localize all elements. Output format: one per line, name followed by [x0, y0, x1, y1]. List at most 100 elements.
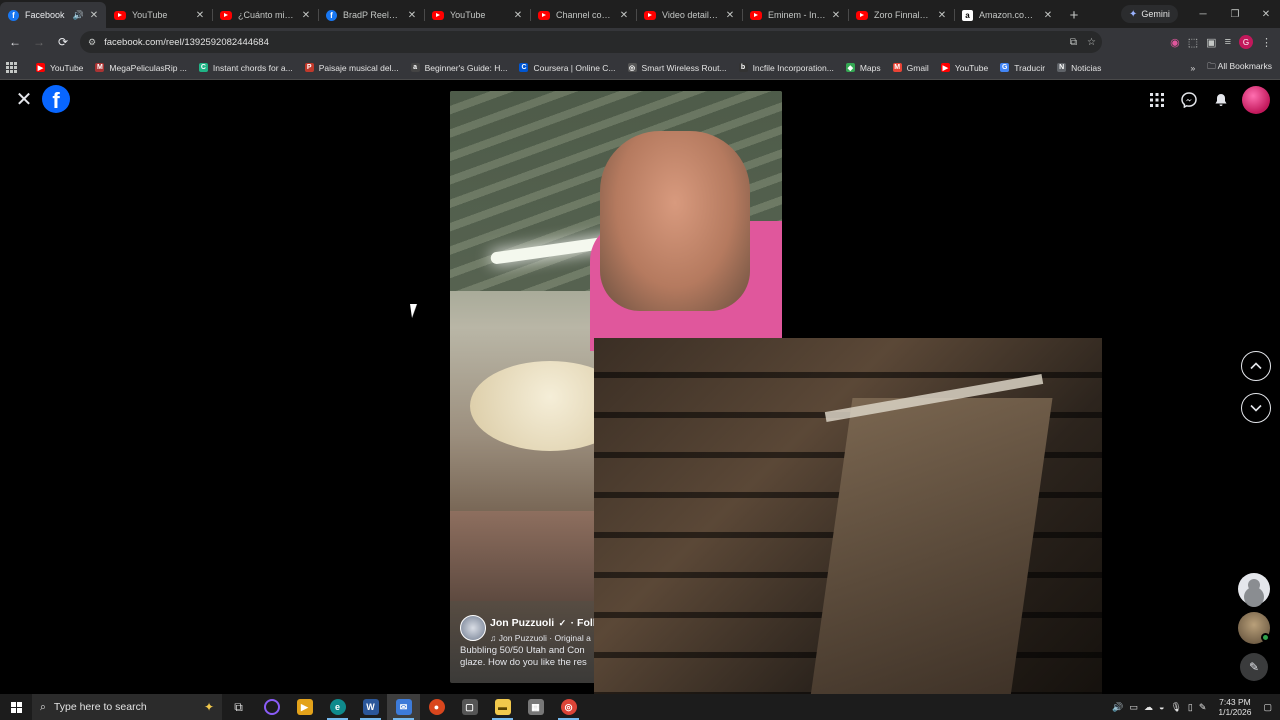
messenger-icon[interactable] [1178, 89, 1200, 111]
tab-youtube[interactable]: YouTube ✕ [106, 2, 212, 28]
gemini-button[interactable]: ✦ Gemini [1121, 5, 1178, 23]
tab-channel-content[interactable]: Channel conten ✕ [530, 2, 636, 28]
battery-icon[interactable]: ▯ [1188, 702, 1193, 713]
bookmark-star-icon[interactable]: ☆ [1087, 37, 1096, 48]
tab-amazon[interactable]: a Amazon.com : b ✕ [954, 2, 1060, 28]
new-message-button[interactable]: ✎ [1240, 653, 1268, 681]
contact-avatar[interactable] [1238, 573, 1270, 605]
close-tab-icon[interactable]: ✕ [300, 10, 312, 21]
address-bar[interactable]: ⚙ facebook.com/reel/1392592082444684 ⧉ ☆ [80, 31, 1102, 53]
notifications-bell-icon[interactable] [1210, 89, 1232, 111]
bookmark-item[interactable]: b Incfile Incorporation... [733, 58, 840, 78]
facebook-logo[interactable]: f [42, 85, 70, 113]
tab-youtube-2[interactable]: YouTube ✕ [424, 2, 530, 28]
close-tab-icon[interactable]: ✕ [406, 10, 418, 21]
close-tab-icon[interactable]: ✕ [830, 10, 842, 21]
notifications-icon[interactable]: ▢ [1263, 702, 1272, 713]
network-icon[interactable]: ▭ [1130, 702, 1139, 713]
picture-in-picture-video[interactable] [594, 338, 1102, 700]
tab-zoro[interactable]: Zoro Finnaly Op ✕ [848, 2, 954, 28]
taskbar-search[interactable]: ⌕ Type here to search ✦ [32, 694, 222, 720]
pen-icon[interactable]: ✎ [1199, 702, 1207, 713]
taskbar-app[interactable]: ✉ [387, 694, 420, 720]
top-right-icons [1146, 86, 1270, 114]
close-tab-icon[interactable]: ✕ [724, 10, 736, 21]
new-tab-button[interactable]: + [1060, 2, 1088, 28]
close-tab-icon[interactable]: ✕ [936, 10, 948, 21]
verified-icon: ✓ [558, 618, 567, 628]
facebook-icon: f [8, 9, 19, 21]
previous-reel-button[interactable] [1241, 351, 1271, 381]
minimize-button[interactable]: ─ [1187, 0, 1219, 28]
author-avatar[interactable] [460, 615, 486, 641]
bookmark-item[interactable]: G Traducir [994, 58, 1051, 78]
cortana-button[interactable] [255, 694, 288, 720]
taskbar-app[interactable]: ▦ [519, 694, 552, 720]
volume-icon[interactable]: 🔊 [1112, 702, 1123, 713]
news-icon: N [1057, 63, 1067, 72]
close-tab-icon[interactable]: ✕ [88, 10, 100, 21]
account-avatar[interactable] [1242, 86, 1270, 114]
apps-grid-icon[interactable] [6, 61, 18, 74]
restore-button[interactable]: ❐ [1219, 0, 1251, 28]
bookmark-item[interactable]: ◎ Smart Wireless Rout... [622, 58, 733, 78]
next-reel-button[interactable] [1241, 393, 1271, 423]
bookmark-item[interactable]: C Coursera | Online C... [513, 58, 621, 78]
site-info-icon[interactable]: ⚙ [88, 37, 96, 48]
contact-avatar[interactable] [1238, 612, 1270, 644]
clock[interactable]: 7:43 PM 1/1/2026 [1218, 697, 1251, 717]
tab-cuanto-mide[interactable]: ¿Cuánto mide c ✕ [212, 2, 318, 28]
wifi-icon[interactable]: ◒ [1159, 702, 1164, 712]
start-button[interactable] [0, 694, 32, 720]
close-tab-icon[interactable]: ✕ [1042, 10, 1054, 21]
extensions-puzzle-icon[interactable]: ⬚ [1188, 36, 1198, 49]
youtube-icon [114, 10, 126, 20]
back-button[interactable]: ← [3, 30, 27, 54]
close-window-button[interactable]: ✕ [1250, 0, 1280, 28]
close-tab-icon[interactable]: ✕ [618, 10, 630, 21]
author-name[interactable]: Jon Puzzuoli [490, 617, 554, 629]
onedrive-icon[interactable]: ☁ [1144, 702, 1153, 713]
split-view-icon[interactable]: ▣ [1206, 36, 1216, 49]
close-tab-icon[interactable]: ✕ [512, 10, 524, 21]
bookmark-item[interactable]: C Instant chords for a... [193, 58, 299, 78]
menu-kebab-icon[interactable]: ⋮ [1261, 36, 1272, 49]
speaker-icon[interactable]: 🔊 [73, 10, 84, 21]
all-bookmarks-button[interactable]: 🗀 All Bookmarks [1207, 61, 1272, 75]
bookmark-item[interactable]: ▶ YouTube [30, 58, 89, 78]
microphone-icon[interactable]: 🎙 [1170, 702, 1181, 713]
bookmark-label: YouTube [954, 62, 989, 73]
close-icon[interactable]: ✕ [14, 90, 34, 110]
profile-avatar[interactable]: G [1239, 35, 1253, 49]
taskbar-app[interactable]: ▶ [288, 694, 321, 720]
bookmark-item[interactable]: ▶ YouTube [935, 58, 994, 78]
bookmark-item[interactable]: a Beginner's Guide: H... [405, 58, 514, 78]
bookmark-item[interactable]: M Gmail [887, 58, 935, 78]
menu-grid-icon[interactable] [1146, 89, 1168, 111]
taskbar-app[interactable]: ▢ [453, 694, 486, 720]
bookmark-item[interactable]: N Noticias [1051, 58, 1107, 78]
tab-video-details[interactable]: Video details - Y ✕ [636, 2, 742, 28]
maps-icon: ◆ [845, 63, 855, 72]
extension-icon[interactable]: ◉ [1170, 36, 1180, 49]
tab-eminem[interactable]: Eminem - Invas ✕ [742, 2, 848, 28]
install-app-icon[interactable]: ⧉ [1070, 37, 1077, 48]
close-tab-icon[interactable]: ✕ [194, 10, 206, 21]
forward-button[interactable]: → [27, 30, 51, 54]
taskbar-app[interactable]: e [321, 694, 354, 720]
taskbar-app[interactable]: ◎ [552, 694, 585, 720]
audio-attribution[interactable]: ♫ Jon Puzzuoli · Original a [490, 633, 610, 643]
taskbar-app[interactable]: ▬ [486, 694, 519, 720]
tab-bradp-reels[interactable]: f BradP Reels | Fa ✕ [318, 2, 424, 28]
tab-label: Facebook [25, 10, 65, 20]
media-control-icon[interactable]: ≡ [1225, 36, 1231, 48]
bookmark-item[interactable]: ◆ Maps [840, 58, 887, 78]
tab-facebook[interactable]: f Facebook 🔊 ✕ [0, 2, 106, 28]
taskbar-app[interactable]: ● [420, 694, 453, 720]
bookmark-item[interactable]: M MegaPeliculasRip ... [89, 58, 192, 78]
bookmark-item[interactable]: P Paisaje musical del... [299, 58, 405, 78]
more-bookmarks-icon[interactable]: » [1191, 63, 1196, 73]
taskbar-app[interactable]: W [354, 694, 387, 720]
task-view-button[interactable]: ⧉ [222, 694, 255, 720]
reload-button[interactable]: ⟳ [51, 30, 75, 54]
